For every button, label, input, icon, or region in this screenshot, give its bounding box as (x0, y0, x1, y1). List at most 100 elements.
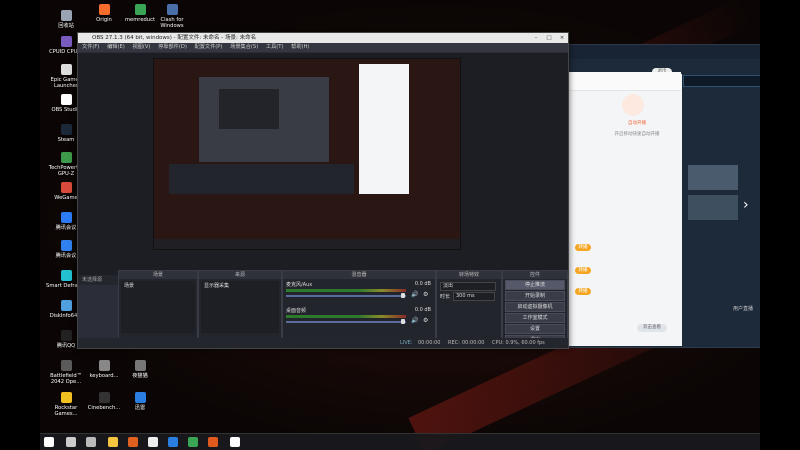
close-icon[interactable]: × (556, 33, 568, 43)
desktop-icon[interactable]: Clash for Windows (152, 4, 192, 29)
menu-tools[interactable]: 工具(T) (266, 44, 284, 50)
desktop-level-meter (286, 315, 406, 318)
relay-pill[interactable]: 转播 (575, 244, 591, 251)
nested-taskbar (154, 239, 460, 249)
taskbar-app-icon[interactable] (148, 437, 158, 447)
sources-dock-title: 来源 (199, 271, 281, 279)
desktop-icon[interactable]: 夜猫猫 (120, 360, 160, 379)
minimize-icon[interactable]: – (530, 33, 542, 43)
stop-streaming-button[interactable]: 停止推流 (505, 280, 565, 290)
desktop-icon-label: keyboard... (89, 373, 119, 379)
desktop-icon[interactable]: Rockstar Games... (46, 392, 86, 417)
app-icon (60, 36, 72, 47)
rec-time: 00:00:00 (462, 340, 485, 346)
desktop-icon[interactable]: 回收站 (46, 10, 86, 29)
desktop-icon[interactable]: Origin (84, 4, 124, 23)
desktop-track-name: 桌面音频 (286, 308, 307, 314)
gear-icon[interactable]: ⚙ (423, 291, 428, 298)
menu-scene-collection[interactable]: 场景集合(S) (230, 44, 258, 50)
taskbar-app-icon[interactable] (44, 437, 54, 447)
mic-volume-slider[interactable] (286, 295, 406, 297)
app-icon (60, 270, 72, 281)
desktop-volume-slider[interactable] (286, 321, 406, 323)
transition-select[interactable]: 淡出 (440, 282, 496, 291)
taskbar-app-icon[interactable] (188, 437, 198, 447)
desktop-icon-label: 回收站 (58, 23, 74, 29)
app-icon (60, 152, 72, 163)
desktop-icon[interactable]: Cinebench... (84, 392, 124, 411)
desktop-track-db: 0.0 dB (414, 307, 431, 313)
scenes-dock: 场景 场景 +−∧∨ (118, 270, 198, 348)
chevron-right-icon[interactable]: › (743, 197, 749, 213)
mixer-dock-title: 混音器 (283, 271, 435, 279)
relay-pill[interactable]: 转播 (575, 288, 591, 295)
taskbar-app-icon[interactable] (208, 437, 218, 447)
program-preview[interactable] (153, 58, 461, 250)
taskbar-app-icon[interactable] (66, 437, 76, 447)
scene-item[interactable]: 场景 (121, 281, 195, 290)
mic-volume-knob[interactable] (401, 293, 405, 298)
stream-thumbnail[interactable] (688, 165, 738, 190)
live-helper-panel[interactable]: 自动开播 开启移动快速自动开播 退出 转播 转播 转播 双击查看 (567, 68, 682, 346)
stream-label: 用户直播 (733, 306, 754, 312)
maximize-icon[interactable]: □ (543, 33, 555, 43)
studio-mode-button[interactable]: 工作室模式 (505, 313, 565, 323)
speaker-icon[interactable]: 🔊 (411, 291, 418, 298)
virtual-camera-button[interactable]: 启动虚拟摄像机 (505, 302, 565, 312)
scenes-list[interactable]: 场景 (121, 281, 195, 333)
menu-edit[interactable]: 编辑(E) (107, 44, 125, 50)
taskbar-app-icon[interactable] (168, 437, 178, 447)
desktop-icon-label: 迅雷 (134, 405, 146, 411)
sources-list[interactable]: 显示器采集 (201, 281, 279, 333)
auto-start-tile[interactable] (622, 94, 644, 116)
taskbar-app-icon[interactable] (86, 437, 96, 447)
source-item[interactable]: 显示器采集 (201, 281, 279, 290)
obs-window[interactable]: OBS 27.1.3 (64 bit, windows) - 配置文件: 未命名… (77, 32, 569, 349)
speaker-icon[interactable]: 🔊 (411, 317, 418, 324)
desktop-icon[interactable]: 迅雷 (120, 392, 160, 411)
transitions-dock: 转场特效 淡出 时长 300 ms (436, 270, 502, 348)
stream-app-search[interactable] (683, 75, 760, 87)
taskbar-app-icon[interactable] (128, 437, 138, 447)
controls-dock: 控件 停止推流 开始录制 启动虚拟摄像机 工作室模式 设置 退出 (502, 270, 568, 348)
nested-helper-panel (359, 64, 409, 194)
controls-dock-title: 控件 (503, 271, 567, 279)
relay-pill[interactable]: 转播 (575, 267, 591, 274)
duration-label: 时长 (440, 294, 451, 300)
duration-input[interactable]: 300 ms (453, 292, 495, 301)
app-icon (60, 392, 72, 403)
obs-status-bar: LIVE: 00:00:00 REC: 00:00:00 CPU: 0.9%, … (78, 338, 568, 348)
desktop: 回收站 Origin memreduct Clash for Windows CPUID… (40, 0, 760, 450)
mixer-dock: 混音器 麦克风/Aux 0.0 dB 🔊 ⚙ 桌面音频 0.0 dB 🔊 ⚙ (282, 270, 436, 348)
obs-titlebar: OBS 27.1.3 (64 bit, windows) - 配置文件: 未命名… (78, 33, 568, 43)
obs-title: OBS 27.1.3 (64 bit, windows) - 配置文件: 未命名… (92, 35, 257, 41)
taskbar (40, 433, 760, 450)
desktop-icon-label: Cinebench... (87, 405, 121, 411)
desktop-icon[interactable]: Battlefield™ 2042 Ope... (46, 360, 86, 385)
nested-obs-preview (219, 89, 279, 129)
view-button[interactable]: 双击查看 (637, 324, 667, 332)
menu-help[interactable]: 帮助(H) (291, 44, 309, 50)
app-icon (134, 392, 146, 403)
app-icon (60, 212, 72, 223)
transitions-dock-title: 转场特效 (437, 271, 501, 279)
menu-file[interactable]: 文件(F) (82, 44, 99, 50)
stream-thumbnail[interactable] (688, 195, 738, 220)
app-icon (60, 360, 72, 371)
taskbar-app-icon[interactable] (230, 437, 240, 447)
scenes-dock-title: 场景 (119, 271, 197, 279)
app-icon (98, 4, 110, 15)
taskbar-app-icon[interactable] (108, 437, 118, 447)
preview-area: 未选择源 属性 滤镜 (78, 53, 568, 285)
menu-docks[interactable]: 停靠部件(D) (158, 44, 187, 50)
menu-view[interactable]: 视图(V) (132, 44, 150, 50)
settings-button[interactable]: 设置 (505, 324, 565, 334)
menu-profile[interactable]: 配置文件(P) (195, 44, 223, 50)
app-icon (60, 330, 72, 341)
start-recording-button[interactable]: 开始录制 (505, 291, 565, 301)
desktop-icon[interactable]: keyboard... (84, 360, 124, 379)
app-icon (60, 240, 72, 251)
gear-icon[interactable]: ⚙ (423, 317, 428, 324)
desktop-volume-knob[interactable] (401, 319, 405, 324)
live-label: LIVE: (400, 340, 413, 346)
